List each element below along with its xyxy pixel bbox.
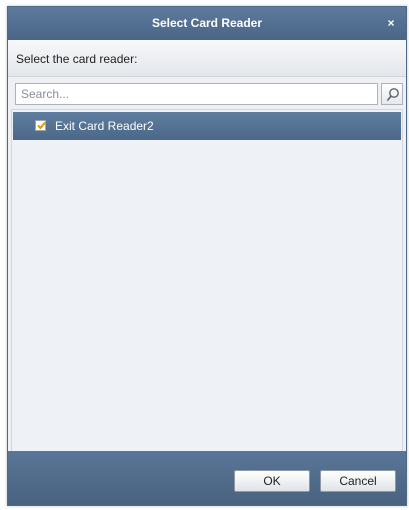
- card-reader-label: Exit Card Reader2: [55, 119, 154, 133]
- card-reader-list: Exit Card Reader2: [11, 109, 403, 453]
- card-reader-checkbox[interactable]: [35, 120, 46, 131]
- search-input[interactable]: [15, 83, 378, 105]
- ok-button[interactable]: OK: [234, 470, 310, 492]
- search-bar: [15, 83, 403, 105]
- cancel-button[interactable]: Cancel: [320, 470, 396, 492]
- select-card-reader-dialog: Select Card Reader × Select the card rea…: [7, 6, 407, 506]
- instruction-bar: Select the card reader:: [8, 40, 406, 77]
- list-item[interactable]: Exit Card Reader2: [13, 112, 401, 140]
- search-button[interactable]: [381, 83, 403, 105]
- close-icon[interactable]: ×: [384, 16, 398, 30]
- search-icon: [386, 88, 399, 101]
- dialog-footer: OK Cancel: [8, 451, 406, 505]
- checkmark-icon: [37, 121, 46, 130]
- title-bar: Select Card Reader ×: [8, 7, 406, 40]
- instruction-label: Select the card reader:: [16, 52, 138, 66]
- dialog-title: Select Card Reader: [151, 16, 263, 30]
